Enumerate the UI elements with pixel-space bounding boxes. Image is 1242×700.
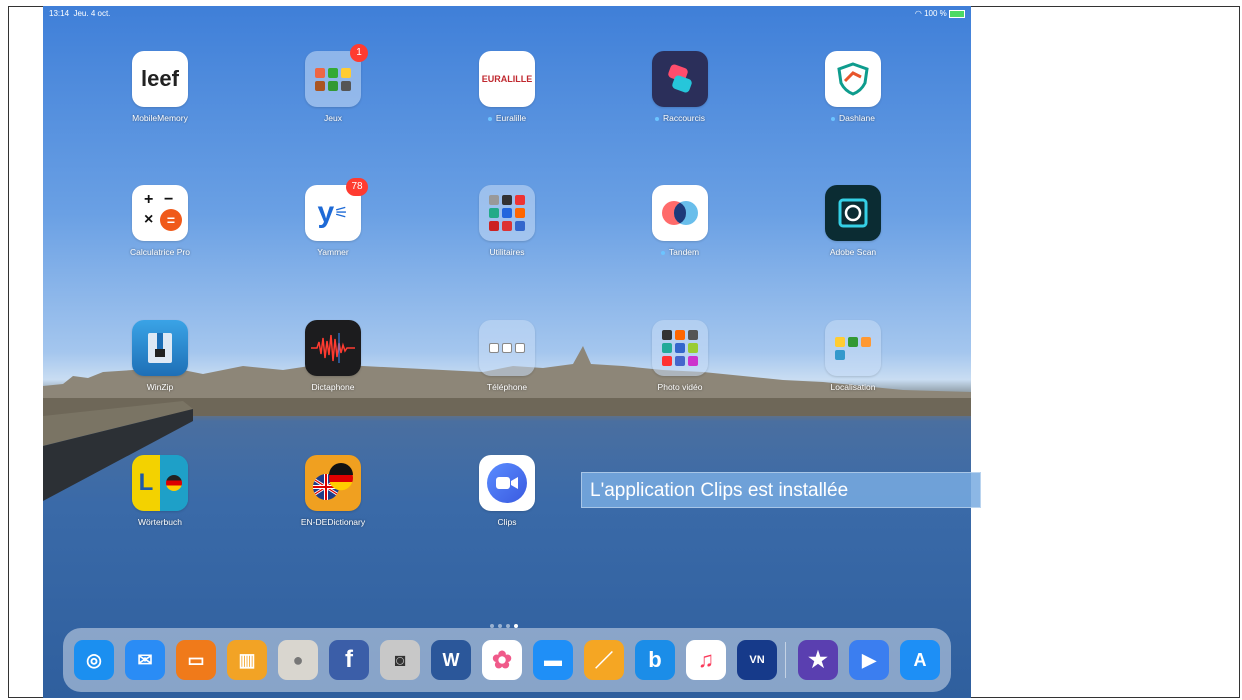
folder-telephone[interactable]: Téléphone [447,320,567,392]
app-label: Tandem [620,247,740,257]
app-label: WinZip [146,382,174,392]
app-label: Localisation [830,382,876,392]
app-adobe-scan[interactable]: Adobe Scan [793,185,913,257]
folder-photo-video[interactable]: Photo vidéo [620,320,740,392]
langenscheidt-icon: L [132,455,188,511]
app-winzip[interactable]: WinZip [100,320,220,392]
app-label: Photo vidéo [657,382,703,392]
music-icon[interactable]: ♫ [686,640,726,680]
new-dot-icon [660,250,665,255]
caption-box: L'application Clips est installée [581,472,981,508]
new-dot-icon [831,116,836,121]
app-dictaphone[interactable]: Dictaphone [273,320,393,392]
app-tandem[interactable]: Tandem [620,185,740,257]
imovie-icon[interactable]: ★ [798,640,838,680]
calculator-icon: + − × = [132,185,188,241]
word-icon[interactable]: W [431,640,471,680]
app-label: EN-DEDictionary [300,517,366,527]
app-label: Téléphone [486,382,528,392]
folder-icon [479,320,535,376]
app-mobilememory[interactable]: leef MobileMemory [100,51,220,123]
app-store-icon[interactable]: A [900,640,940,680]
app-label: Euralille [447,113,567,123]
clips-dock-icon[interactable]: ▶ [849,640,889,680]
app-label: Jeux [324,113,342,123]
dictionary-flags-icon [305,455,361,511]
notification-badge: 78 [346,178,368,196]
folder-icon [479,185,535,241]
app-label: Raccourcis [620,113,740,123]
photos-icon[interactable]: ✿ [482,640,522,680]
app-label: Yammer [317,247,349,257]
dashlane-icon [825,51,881,107]
orange-app-icon[interactable]: ▭ [176,640,216,680]
new-dot-icon [654,116,659,121]
euralille-icon: EURALILLE [479,51,535,107]
pages-icon[interactable]: ／ [584,640,624,680]
safari-icon[interactable]: ◎ [74,640,114,680]
clips-icon [479,455,535,511]
status-time: 13:14 Jeu. 4 oct. [49,9,111,18]
yammer-icon: y ⚟ 78 [305,178,368,241]
app-yammer[interactable]: y ⚟ 78 Yammer [273,178,393,257]
books-icon[interactable]: ▥ [227,640,267,680]
app-raccourcis[interactable]: Raccourcis [620,51,740,123]
app-label: Dashlane [793,113,913,123]
new-dot-icon [487,116,492,121]
ipad-home-screen: 13:14 Jeu. 4 oct. ◠ 100 % leef MobileMem… [43,6,971,698]
battery-icon [949,9,965,18]
contacts-icon[interactable]: ● [278,640,318,680]
folder-jeux[interactable]: 1 Jeux [273,44,393,123]
folder-icon [825,320,881,376]
facebook-icon[interactable]: f [329,640,369,680]
notification-badge: 1 [350,44,368,62]
b-app-icon[interactable]: b [635,640,675,680]
dock-divider [785,642,786,678]
app-label: MobileMemory [132,113,188,123]
app-calculatrice-pro[interactable]: + − × = Calculatrice Pro [100,185,220,257]
leef-icon: leef [132,51,188,107]
app-dashlane[interactable]: Dashlane [793,51,913,123]
dock: ◎ ✉ ▭ ▥ ● f ◙ W ✿ ▬ ／ b ♫ VN ★ ▶ A [63,628,951,692]
folder-utilitaires[interactable]: Utilitaires [447,185,567,257]
app-label: Dictaphone [311,382,355,392]
shortcuts-icon [652,51,708,107]
app-label: Adobe Scan [829,247,877,257]
camera-icon[interactable]: ◙ [380,640,420,680]
folder-icon: 1 [305,44,368,107]
app-clips[interactable]: Clips [447,455,567,527]
app-label: Calculatrice Pro [130,247,190,257]
winzip-icon [132,320,188,376]
folder-localisation[interactable]: Localisation [793,320,913,392]
mail-icon[interactable]: ✉ [125,640,165,680]
files-icon[interactable]: ▬ [533,640,573,680]
status-battery: ◠ 100 % [915,9,965,18]
app-label: Clips [497,517,517,527]
la-voix-du-nord-icon[interactable]: VN [737,640,777,680]
tandem-icon [652,185,708,241]
app-label: Utilitaires [489,247,525,257]
wifi-icon: ◠ [914,9,922,18]
app-label: Wörterbuch [138,517,182,527]
app-worterbuch[interactable]: L Wörterbuch [100,455,220,527]
app-en-dedictionary[interactable]: EN-DEDictionary [273,455,393,527]
adobe-scan-icon [825,185,881,241]
folder-icon [652,320,708,376]
app-euralille[interactable]: EURALILLE Euralille [447,51,567,123]
voice-memos-icon [305,320,361,376]
